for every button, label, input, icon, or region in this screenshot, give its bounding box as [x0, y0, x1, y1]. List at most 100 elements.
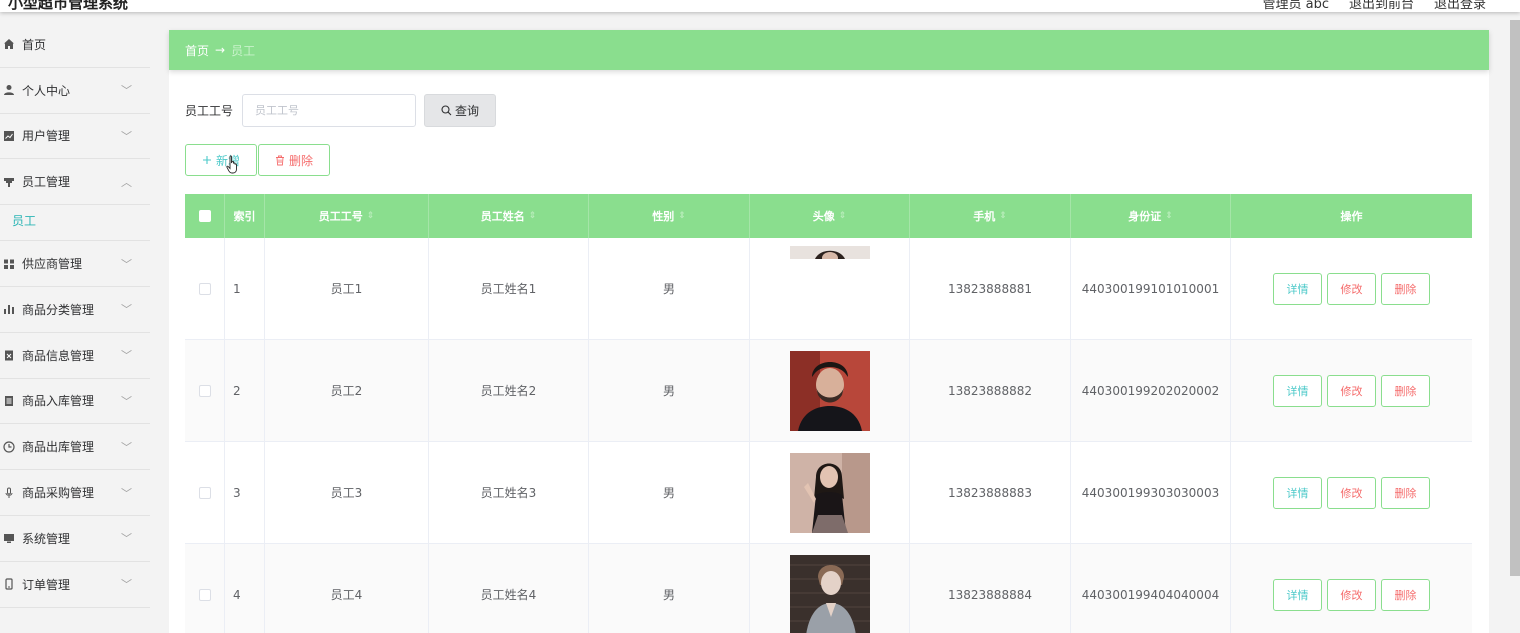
employee-no-search-input[interactable]: [242, 94, 417, 127]
sidebar-item-purchase[interactable]: 商品采购管理 ﹀: [0, 470, 150, 516]
header-emp-name[interactable]: 员工姓名 ⇕: [429, 194, 589, 238]
sort-icon[interactable]: ⇕: [367, 211, 375, 221]
edit-button[interactable]: 修改: [1327, 272, 1376, 305]
phone-cell: 13823888881: [910, 238, 1071, 339]
avatar-cell: [750, 544, 910, 633]
sidebar-item-system[interactable]: 系统管理 ﹀: [0, 516, 150, 562]
gender-cell: 男: [589, 340, 750, 441]
sidebar-item-label: 用户管理: [22, 129, 71, 144]
header-phone[interactable]: 手机 ⇕: [910, 194, 1071, 238]
sidebar-item-label: 商品出库管理: [22, 440, 95, 455]
delete-button[interactable]: 删除: [1381, 578, 1430, 611]
sort-icon[interactable]: ⇕: [839, 211, 847, 221]
delete-button[interactable]: 删除: [1381, 476, 1430, 509]
plus-icon: [202, 155, 212, 165]
page-scrollbar[interactable]: [1510, 20, 1520, 576]
chevron-down-icon: ﹀: [121, 257, 132, 271]
edit-button[interactable]: 修改: [1327, 476, 1376, 509]
operations-cell: 详情 修改 删除: [1231, 238, 1472, 339]
avatar: [789, 246, 870, 259]
sidebar-item-label: 商品采购管理: [22, 486, 95, 501]
employee-table: 索引 员工工号 ⇕ 员工姓名 ⇕ 性别 ⇕ 头像 ⇕ 手机 ⇕ 身份证 ⇕ 操作 1 员工1…: [185, 194, 1472, 633]
sidebar-item-products[interactable]: 商品信息管理 ﹀: [0, 333, 150, 379]
breadcrumb-home[interactable]: 首页: [185, 42, 209, 59]
sidebar-item-orders[interactable]: 订单管理 ﹀: [0, 562, 150, 608]
index-cell: 1: [225, 238, 265, 339]
logout-link[interactable]: 退出登录: [1434, 0, 1486, 12]
sort-icon[interactable]: ⇕: [1165, 211, 1173, 221]
sidebar-item-categories[interactable]: 商品分类管理 ﹀: [0, 287, 150, 333]
edit-button[interactable]: 修改: [1327, 374, 1376, 407]
row-checkbox-cell: [185, 238, 225, 339]
sidebar-subitem-employee[interactable]: 员工: [0, 201, 150, 242]
view-button[interactable]: 详情: [1273, 374, 1322, 407]
header-checkbox-cell: [185, 194, 225, 238]
sidebar-item-users[interactable]: 用户管理 ﹀: [0, 114, 150, 160]
gender-cell: 男: [589, 544, 750, 633]
header-label: 头像: [812, 210, 835, 223]
view-button[interactable]: 详情: [1273, 578, 1322, 611]
chevron-down-icon: ﹀: [121, 349, 132, 363]
sidebar-item-stock-in[interactable]: 商品入库管理 ﹀: [0, 379, 150, 425]
sidebar-item-label: 商品信息管理: [22, 348, 95, 363]
current-user: 管理员 abc: [1262, 0, 1329, 12]
row-checkbox-cell: [185, 340, 225, 441]
emp-name-cell: 员工姓名1: [429, 238, 589, 339]
view-button[interactable]: 详情: [1273, 272, 1322, 305]
emp-name-cell: 员工姓名4: [429, 544, 589, 633]
sidebar-item-suppliers[interactable]: 供应商管理 ﹀: [0, 241, 150, 287]
sort-icon[interactable]: ⇕: [678, 211, 686, 221]
select-all-checkbox[interactable]: [198, 210, 211, 222]
toolbar: 新增 删除: [185, 144, 330, 176]
emp-no-cell: 员工2: [265, 340, 429, 441]
arrow-right-icon: →: [215, 43, 226, 57]
emp-no-cell: 员工3: [265, 442, 429, 543]
back-to-front-link[interactable]: 退出到前台: [1349, 0, 1414, 12]
delete-button-label: 删除: [288, 153, 313, 168]
row-checkbox[interactable]: [198, 486, 211, 499]
operations-cell: 详情 修改 删除: [1231, 442, 1472, 543]
id-card-cell: 440300199404040004: [1071, 544, 1231, 633]
sidebar-item-home[interactable]: 首页: [0, 22, 150, 68]
chevron-down-icon: ﹀: [121, 486, 132, 500]
operations-cell: 详情 修改 删除: [1231, 340, 1472, 441]
sidebar-item-employees[interactable]: 员工管理 ︿: [0, 159, 150, 206]
row-checkbox[interactable]: [198, 384, 211, 397]
avatar-cell: [750, 340, 910, 441]
main-content: 首页 → 员工 员工工号 查询 新增 删除 索引 员工工号⇕ 员工姓名⇕ 性别⇕: [169, 30, 1489, 633]
edit-button[interactable]: 修改: [1327, 578, 1376, 611]
delete-button[interactable]: 删除: [1381, 272, 1430, 305]
row-checkbox-cell: [185, 442, 225, 543]
sidebar-item-profile[interactable]: 个人中心 ﹀: [0, 68, 150, 114]
header-label: 索引: [233, 210, 256, 223]
batch-delete-button[interactable]: 删除: [258, 144, 330, 176]
chevron-down-icon: ﹀: [121, 532, 132, 546]
header-avatar[interactable]: 头像 ⇕: [750, 194, 910, 238]
sort-icon[interactable]: ⇕: [999, 211, 1007, 221]
table-row: 1 员工1 员工姓名1 男 13823888881 44030019910101…: [185, 238, 1472, 340]
sidebar-item-label: 订单管理: [22, 577, 71, 592]
pin-icon: [2, 175, 16, 189]
index-cell: 3: [225, 442, 265, 543]
chevron-down-icon: ﹀: [121, 394, 132, 408]
header-id-card[interactable]: 身份证 ⇕: [1071, 194, 1231, 238]
row-checkbox[interactable]: [198, 588, 211, 601]
add-button[interactable]: 新增: [185, 144, 257, 176]
index-cell: 4: [225, 544, 265, 633]
avatar-cell: [750, 238, 910, 339]
clipboard-icon: [2, 348, 16, 362]
delete-button[interactable]: 删除: [1381, 374, 1430, 407]
header-gender[interactable]: 性别 ⇕: [589, 194, 750, 238]
search-label: 员工工号: [185, 104, 234, 118]
view-button[interactable]: 详情: [1273, 476, 1322, 509]
header-emp-no[interactable]: 员工工号 ⇕: [265, 194, 429, 238]
top-header: 小型超市管理系统 管理员 abc 退出到前台 退出登录: [0, 0, 1520, 12]
chevron-down-icon: ﹀: [121, 578, 132, 592]
trash-icon: [275, 155, 285, 166]
row-checkbox[interactable]: [198, 282, 211, 295]
sort-icon[interactable]: ⇕: [529, 211, 537, 221]
app-title: 小型超市管理系统: [8, 0, 129, 12]
sidebar-item-stock-out[interactable]: 商品出库管理 ﹀: [0, 424, 150, 471]
sidebar-item-label: 首页: [22, 37, 47, 52]
search-button[interactable]: 查询: [424, 94, 497, 127]
